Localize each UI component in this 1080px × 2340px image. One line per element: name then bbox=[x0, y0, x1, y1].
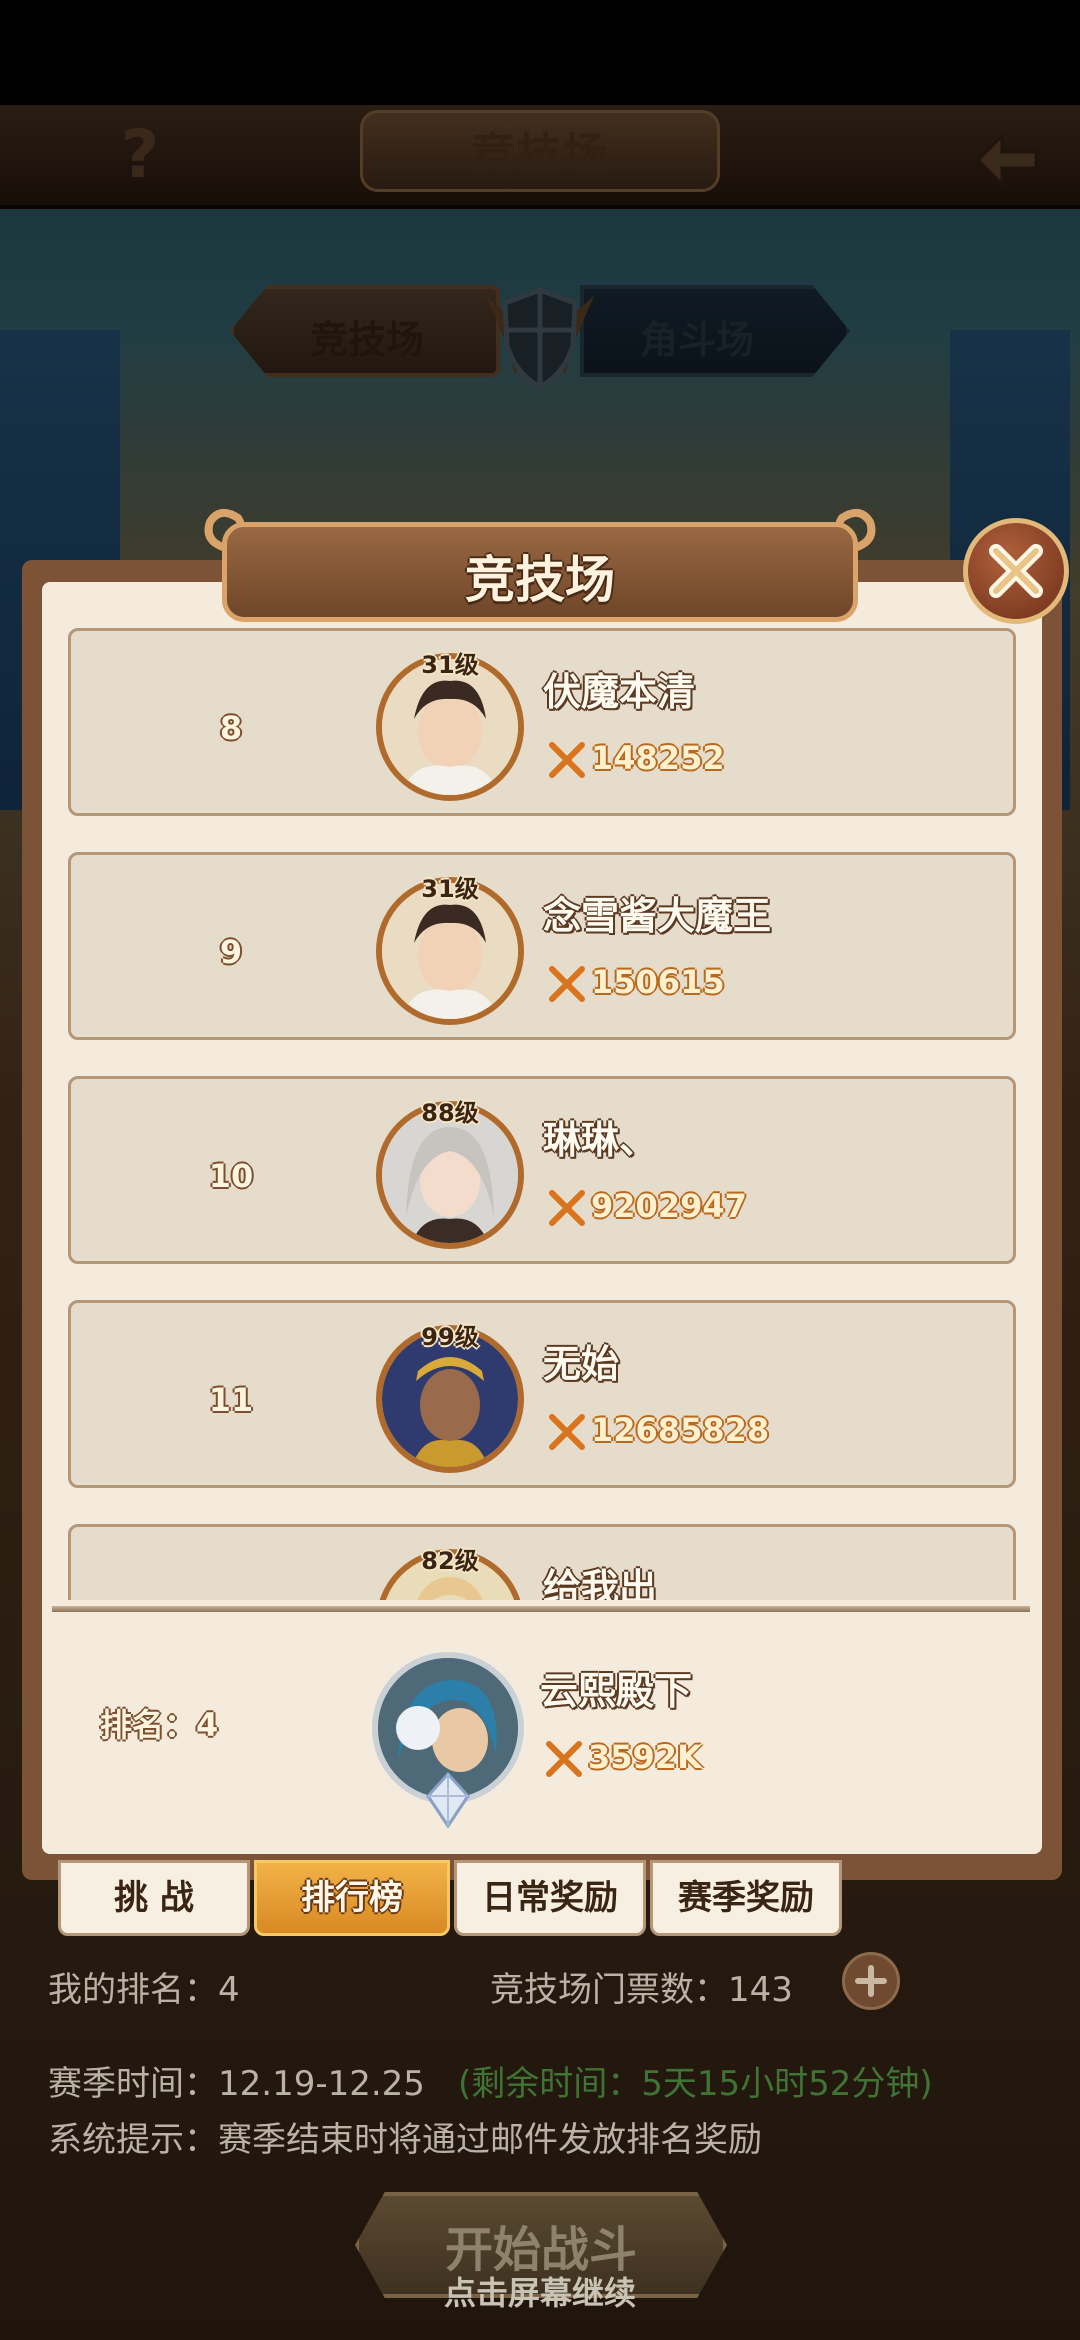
rank-number: 8 bbox=[219, 709, 243, 747]
rank-number: 10 bbox=[208, 1157, 254, 1195]
add-ticket-button[interactable] bbox=[842, 1952, 900, 2010]
dialog-title: 竞技场 bbox=[465, 551, 615, 609]
ranking-list[interactable]: 8 31级 伏魔本清 148252 9 31级 念雪酱大魔王 150615 10… bbox=[68, 628, 1016, 1600]
season-time: 赛季时间：12.19-12.25 bbox=[48, 2064, 425, 2104]
player-level: 31级 bbox=[421, 875, 479, 903]
combat-power: 148252 bbox=[591, 739, 725, 777]
combat-power: 9202947 bbox=[591, 1187, 747, 1225]
list-divider bbox=[52, 1606, 1030, 1612]
player-name: 无始 bbox=[543, 1342, 620, 1386]
ranking-row[interactable]: 8 31级 伏魔本清 148252 bbox=[68, 628, 1016, 816]
player-level: 88级 bbox=[421, 1099, 479, 1127]
ranking-row[interactable]: 9 31级 念雪酱大魔王 150615 bbox=[68, 852, 1016, 1040]
my-rank-label: 排名：4 bbox=[100, 1706, 219, 1744]
player-name: 琳琳、 bbox=[543, 1118, 658, 1162]
crossed-swords-icon bbox=[549, 1414, 585, 1450]
tab-daily-rewards[interactable]: 日常奖励 bbox=[454, 1860, 646, 1936]
player-level: 99级 bbox=[421, 1323, 479, 1351]
tab-challenge[interactable]: 挑 战 bbox=[58, 1860, 250, 1936]
tap-to-continue-hint[interactable]: 点击屏幕继续 bbox=[340, 2268, 740, 2314]
close-button[interactable] bbox=[963, 518, 1069, 624]
crossed-swords-icon bbox=[549, 966, 585, 1002]
player-name: 念雪酱大魔王 bbox=[543, 894, 772, 938]
crossed-swords-icon bbox=[546, 1741, 582, 1777]
ranking-row[interactable]: 11 99级 无始 12685828 bbox=[68, 1300, 1016, 1488]
combat-power: 150615 bbox=[591, 963, 725, 1001]
player-level: 31级 bbox=[421, 651, 479, 679]
crystal-icon bbox=[426, 1772, 470, 1828]
player-level: 82级 bbox=[421, 1547, 479, 1575]
player-name: 伏魔本清 bbox=[543, 670, 696, 714]
combat-power: 12685828 bbox=[591, 1411, 770, 1449]
my-combat-power: 3592K bbox=[588, 1738, 702, 1776]
my-rank-info: 我的排名：4 bbox=[48, 1970, 240, 2010]
rank-number: 9 bbox=[219, 933, 243, 971]
ticket-count: 竞技场门票数：143 bbox=[490, 1970, 793, 2010]
system-tip: 系统提示：赛季结束时将通过邮件发放排名奖励 bbox=[48, 2120, 762, 2160]
close-icon bbox=[989, 544, 1043, 598]
my-player-name: 云熙殿下 bbox=[540, 1669, 693, 1713]
tab-season-rewards[interactable]: 赛季奖励 bbox=[650, 1860, 842, 1936]
rank-number: 11 bbox=[208, 1381, 254, 1419]
remaining-time: (剩余时间：5天15小时52分钟) bbox=[458, 2064, 933, 2104]
crossed-swords-icon bbox=[549, 742, 585, 778]
plus-icon bbox=[855, 1965, 887, 1997]
crossed-swords-icon bbox=[549, 1190, 585, 1226]
ranking-row[interactable]: 10 88级 琳琳、 9202947 bbox=[68, 1076, 1016, 1264]
ranking-row[interactable]: 82级 给我出 bbox=[68, 1524, 1016, 1600]
tab-ranking[interactable]: 排行榜 bbox=[254, 1860, 450, 1936]
player-name: 给我出 bbox=[543, 1566, 658, 1600]
